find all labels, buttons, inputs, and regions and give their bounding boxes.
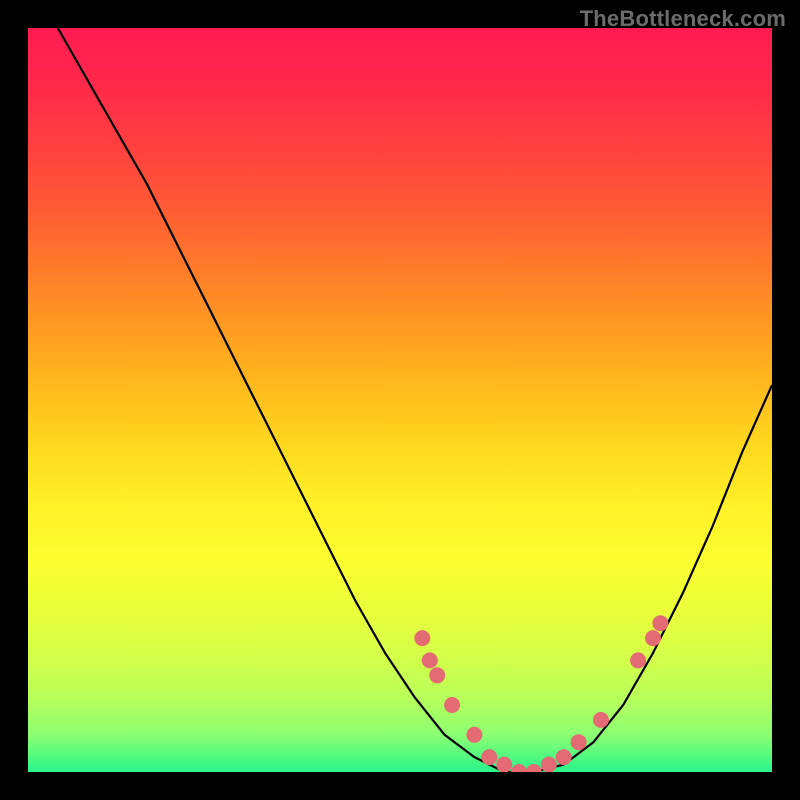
chart-frame: TheBottleneck.com: [0, 0, 800, 800]
marker-dot: [646, 631, 661, 646]
plot-area: [28, 28, 772, 772]
marker-dot: [482, 750, 497, 765]
marker-dot: [653, 616, 668, 631]
marker-dot: [541, 757, 556, 772]
marker-dot: [430, 668, 445, 683]
marker-dot: [593, 712, 608, 727]
marker-dot: [571, 735, 586, 750]
marker-dot: [512, 765, 527, 773]
marker-dot: [467, 727, 482, 742]
marker-dot: [445, 698, 460, 713]
marker-dot: [415, 631, 430, 646]
marker-dot: [497, 757, 512, 772]
bottleneck-curve: [58, 28, 772, 772]
marker-dot: [526, 765, 541, 773]
watermark-text: TheBottleneck.com: [580, 6, 786, 32]
curve-svg: [28, 28, 772, 772]
marker-dot: [556, 750, 571, 765]
marker-dot: [422, 653, 437, 668]
marker-dot: [631, 653, 646, 668]
